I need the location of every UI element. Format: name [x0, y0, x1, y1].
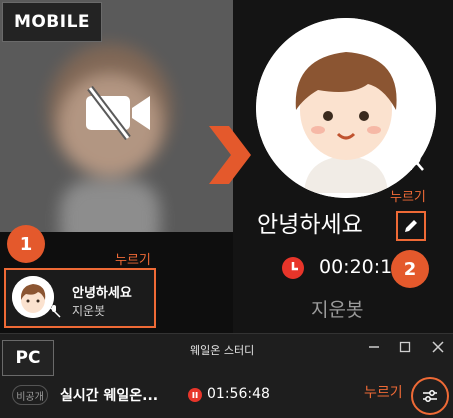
profile-name: 안녕하세요 — [257, 212, 363, 238]
participant-name: 안녕하세요 — [72, 286, 132, 301]
close-icon[interactable] — [431, 340, 445, 354]
settings-sliders-icon — [423, 390, 437, 402]
mobile-section: MOBILE 누르기 안녕하세요 00:20:1 2 지운봇 1 누르기 안녕하… — [0, 0, 453, 333]
privacy-badge: 비공개 — [12, 385, 48, 405]
pc-badge: PC — [2, 340, 54, 376]
step-2-badge: 2 — [391, 250, 429, 288]
mobile-badge: MOBILE — [2, 2, 102, 42]
press-hint-label: 누르기 — [390, 190, 426, 205]
timer-icon — [282, 257, 304, 279]
window-title: 웨일온 스터디 — [190, 344, 255, 357]
record-icon — [188, 388, 202, 402]
minimize-icon[interactable] — [367, 340, 381, 354]
blurred-avatar — [48, 44, 172, 260]
study-timer: 01:56:48 — [207, 386, 270, 402]
settings-button[interactable] — [411, 377, 449, 415]
press-hint-label: 누르기 — [364, 385, 403, 401]
pc-section: PC 웨일온 스터디 비공개 실시간 웨일온... 01:56:48 누르기 — [0, 333, 453, 418]
participant-card[interactable]: 안녕하세요 지운봇 — [4, 268, 156, 328]
participant-group: 지운봇 — [72, 304, 106, 318]
study-title: 실시간 웨일온... — [60, 388, 159, 404]
pencil-icon — [405, 220, 417, 232]
edit-name-button[interactable] — [396, 211, 426, 241]
video-off-icon — [86, 86, 150, 140]
arrow-right-icon — [209, 126, 251, 184]
step-1-badge: 1 — [7, 225, 45, 263]
maximize-icon[interactable] — [398, 340, 412, 354]
press-hint-label: 누르기 — [115, 253, 151, 268]
call-timer: 00:20:1 — [319, 256, 393, 278]
mic-off-icon — [47, 304, 61, 318]
profile-group: 지운봇 — [311, 299, 364, 321]
mic-off-icon — [398, 141, 424, 171]
